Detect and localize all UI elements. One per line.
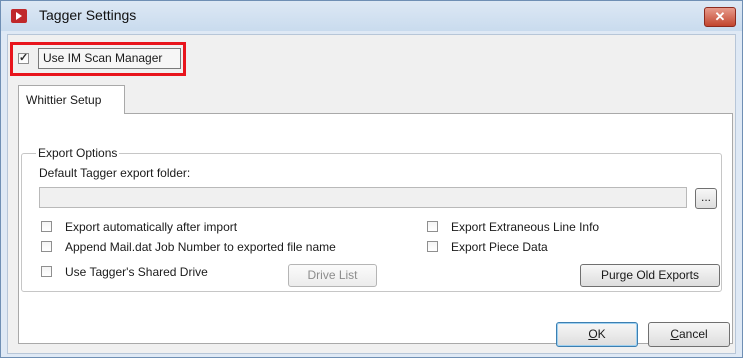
browse-folder-button[interactable]: ... [695,188,717,209]
shared-drive-checkbox[interactable] [41,266,52,277]
append-job-number-checkbox[interactable] [41,241,52,252]
default-folder-label: Default Tagger export folder: [39,166,191,180]
cancel-label: ancel [678,327,708,341]
drive-list-button[interactable]: Drive List [288,264,377,287]
tab-label: Whittier Setup [26,93,102,107]
cancel-button[interactable]: Cancel [648,322,730,347]
cancel-mnemonic: C [670,327,679,341]
export-options-legend: Export Options [36,146,120,160]
export-piece-data-label[interactable]: Export Piece Data [451,240,548,254]
highlight-box [10,42,186,76]
shared-drive-label[interactable]: Use Tagger's Shared Drive [65,265,208,279]
close-button[interactable]: ✕ [704,7,736,27]
purge-old-exports-button[interactable]: Purge Old Exports [580,264,720,287]
ok-label: K [597,327,606,341]
window-title: Tagger Settings [39,7,137,23]
export-extraneous-checkbox[interactable] [427,221,438,232]
append-job-number-label[interactable]: Append Mail.dat Job Number to exported f… [65,240,336,254]
export-automatically-checkbox[interactable] [41,221,52,232]
ok-mnemonic: O [588,327,598,341]
export-extraneous-label[interactable]: Export Extraneous Line Info [451,220,599,234]
tab-whittier-setup[interactable]: Whittier Setup [18,85,125,114]
export-folder-field[interactable] [39,187,687,208]
ok-button[interactable]: OK [556,322,638,347]
title-bar[interactable]: Tagger Settings ✕ [1,1,742,31]
export-piece-data-checkbox[interactable] [427,241,438,252]
export-automatically-label[interactable]: Export automatically after import [65,220,237,234]
app-icon [11,9,27,23]
tagger-settings-window: Tagger Settings ✕ Use IM Scan Manager Wh… [0,0,743,358]
